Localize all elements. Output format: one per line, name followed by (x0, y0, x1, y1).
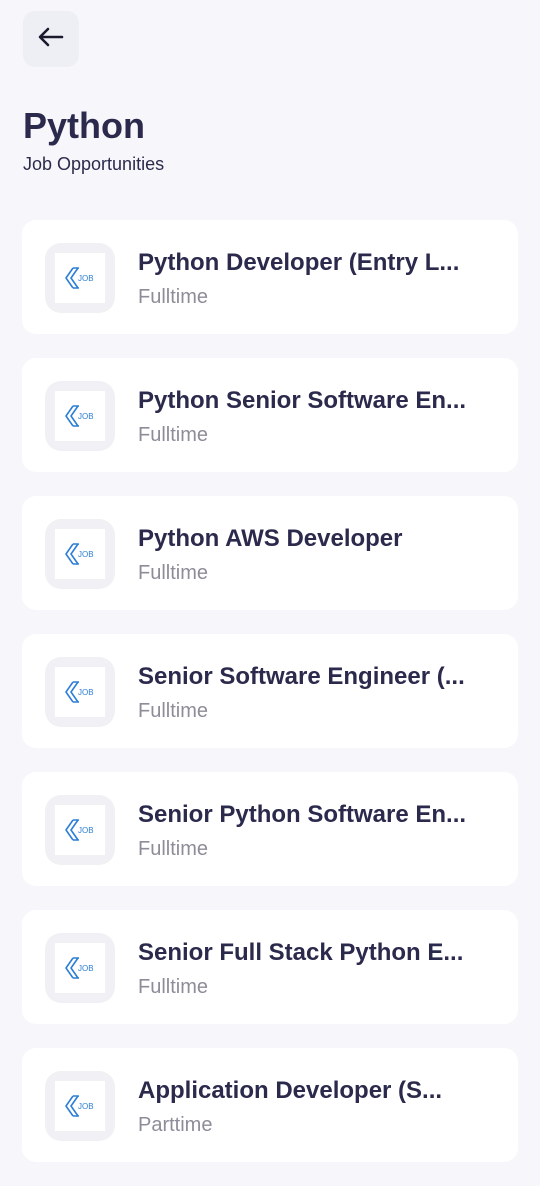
job-logo-icon: JOB (65, 543, 94, 565)
job-title: Python Senior Software En... (138, 387, 467, 414)
job-card[interactable]: JOB Application Developer (S... Parttime (22, 1048, 518, 1162)
job-title: Python Developer (Entry L... (138, 249, 460, 276)
job-logo-icon: JOB (65, 681, 94, 703)
job-type: Fulltime (138, 700, 209, 722)
svg-text:JOB: JOB (78, 964, 94, 973)
job-type: Fulltime (138, 562, 209, 584)
job-logo-icon: JOB (65, 819, 94, 841)
job-logo: JOB (45, 1071, 115, 1141)
back-button[interactable] (23, 11, 79, 67)
job-logo-icon: JOB (65, 267, 94, 289)
job-type: Fulltime (138, 838, 209, 860)
job-type: Fulltime (138, 286, 209, 308)
job-card[interactable]: JOB Python AWS Developer Fulltime (22, 496, 518, 610)
arrow-left-icon (38, 27, 64, 52)
job-logo-icon: JOB (65, 405, 94, 427)
job-logo-icon: JOB (65, 1095, 94, 1117)
job-type: Fulltime (138, 424, 209, 446)
job-title: Python AWS Developer (138, 525, 403, 552)
job-logo: JOB (45, 243, 115, 313)
job-logo: JOB (45, 933, 115, 1003)
page-title: Python (23, 105, 145, 146)
svg-text:JOB: JOB (78, 412, 94, 421)
svg-text:JOB: JOB (78, 550, 94, 559)
job-logo: JOB (45, 381, 115, 451)
job-card[interactable]: JOB Senior Full Stack Python E... Fullti… (22, 910, 518, 1024)
job-logo: JOB (45, 519, 115, 589)
job-card[interactable]: JOB Senior Software Engineer (... Fullti… (22, 634, 518, 748)
job-card[interactable]: JOB Python Developer (Entry L... Fulltim… (22, 220, 518, 334)
job-card[interactable]: JOB Python Senior Software En... Fulltim… (22, 358, 518, 472)
job-list: JOB Python Developer (Entry L... Fulltim… (22, 220, 518, 1186)
job-title: Senior Software Engineer (... (138, 663, 465, 690)
svg-text:JOB: JOB (78, 826, 94, 835)
svg-text:JOB: JOB (78, 1102, 94, 1111)
job-type: Parttime (138, 1114, 213, 1136)
svg-text:JOB: JOB (78, 274, 94, 283)
job-logo: JOB (45, 657, 115, 727)
job-card[interactable]: JOB Senior Python Software En... Fulltim… (22, 772, 518, 886)
svg-text:JOB: JOB (78, 688, 94, 697)
job-title: Senior Python Software En... (138, 801, 467, 828)
job-title: Senior Full Stack Python E... (138, 939, 464, 966)
job-title: Application Developer (S... (138, 1077, 443, 1104)
job-type: Fulltime (138, 976, 209, 998)
job-logo-icon: JOB (65, 957, 94, 979)
job-logo: JOB (45, 795, 115, 865)
page-subtitle: Job Opportunities (23, 154, 165, 174)
